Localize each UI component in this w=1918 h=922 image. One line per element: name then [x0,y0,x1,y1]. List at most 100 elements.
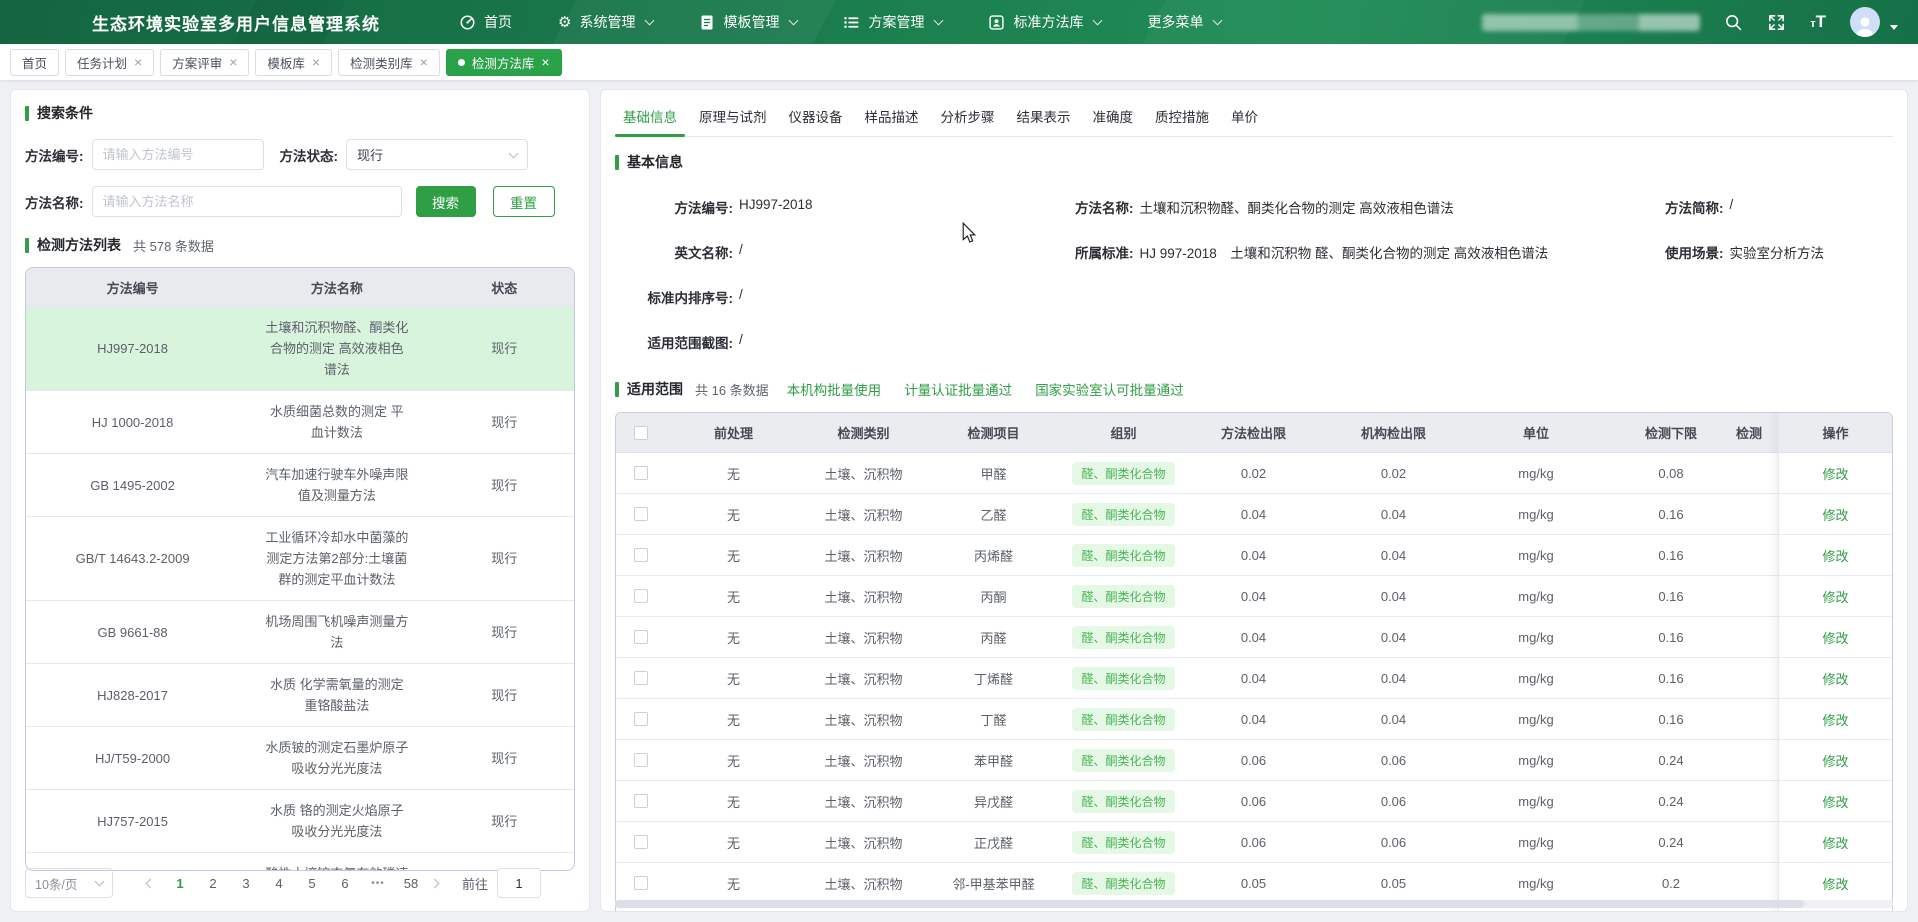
detail-tab[interactable]: 基础信息 [615,103,685,136]
page-number[interactable]: 3 [236,876,256,891]
page-number[interactable]: 58 [401,876,421,891]
table-row[interactable]: HJ828-2017 水质 化学需氧量的测定重铬酸盐法 现行 [26,663,574,726]
row-checkbox[interactable] [634,589,648,603]
row-checkbox-cell [616,753,666,767]
method-name-input[interactable] [92,186,402,217]
edit-link[interactable]: 修改 [1822,792,1848,811]
detail-tab[interactable]: 样品描述 [857,103,927,136]
scope-action-link[interactable]: 国家实验室认可批量通过 [1035,379,1184,399]
row-checkbox[interactable] [634,548,648,562]
menu-standard-library[interactable]: 标准方法库 [965,0,1124,44]
detail-tab[interactable]: 准确度 [1085,103,1142,136]
page-tab[interactable]: 任务计划 [65,49,154,76]
close-icon[interactable] [229,55,237,70]
menu-scheme[interactable]: 方案管理 [820,0,965,44]
row-checkbox[interactable] [634,712,648,726]
avatar[interactable] [1850,7,1880,37]
table-row[interactable]: 无 土壤、沉积物 甲醛 醛、酮类化合物 0.02 0.02 mg/kg 0.08 [616,453,1892,494]
page-number[interactable]: ••• [368,878,388,889]
scrollbar-thumb[interactable] [615,900,1804,908]
page-tab[interactable]: 检测类别库 [338,49,440,76]
menu-template[interactable]: 模板管理 [676,0,820,44]
edit-link[interactable]: 修改 [1822,546,1848,565]
close-icon[interactable] [312,55,320,70]
table-row[interactable]: 无 土壤、沉积物 丙烯醛 醛、酮类化合物 0.04 0.04 mg/kg 0.1… [616,535,1892,576]
table-row[interactable]: HJ757-2015 水质 铬的测定火焰原子吸收分光光度法 现行 [26,789,574,852]
row-checkbox[interactable] [634,753,648,767]
close-icon[interactable] [420,55,428,70]
row-checkbox[interactable] [634,466,648,480]
font-size-icon[interactable]: тT [1810,12,1826,32]
table-row[interactable]: 无 土壤、沉积物 邻-甲基苯甲醛 醛、酮类化合物 0.05 0.05 mg/kg… [616,863,1892,904]
menu-more[interactable]: 更多菜单 [1124,0,1244,44]
unit-cell: mg/kg [1466,712,1606,727]
prev-page-icon[interactable] [146,878,156,888]
search-icon[interactable] [1724,13,1743,32]
table-row[interactable]: 无 土壤、沉积物 丙酮 醛、酮类化合物 0.04 0.04 mg/kg 0.16 [616,576,1892,617]
detail-tab[interactable]: 单价 [1223,103,1266,136]
table-row[interactable]: 无 土壤、沉积物 正戊醛 醛、酮类化合物 0.06 0.06 mg/kg 0.2… [616,822,1892,863]
table-row[interactable]: 无 土壤、沉积物 苯甲醛 醛、酮类化合物 0.06 0.06 mg/kg 0.2… [616,740,1892,781]
table-row[interactable]: GB 1495-2002 汽车加速行驶车外噪声限值及测量方法 现行 [26,453,574,516]
detail-tab[interactable]: 仪器设备 [781,103,851,136]
edit-link[interactable]: 修改 [1822,833,1848,852]
chevron-down-icon[interactable] [1890,25,1898,30]
edit-link[interactable]: 修改 [1822,464,1848,483]
page-size-select[interactable]: 10条/页 [25,868,113,898]
menu-home[interactable]: 首页 [436,0,535,44]
horizontal-scrollbar[interactable] [615,900,1893,908]
row-checkbox[interactable] [634,794,648,808]
row-checkbox[interactable] [634,507,648,521]
edit-link[interactable]: 修改 [1822,587,1848,606]
detail-tab[interactable]: 分析步骤 [933,103,1003,136]
row-checkbox[interactable] [634,630,648,644]
scope-action-link[interactable]: 计量认证批量通过 [904,379,1012,399]
close-icon[interactable] [134,55,142,70]
method-status-select[interactable]: 现行 [346,139,528,170]
row-checkbox[interactable] [634,876,648,890]
close-icon[interactable] [541,55,549,70]
select-all-checkbox[interactable] [634,426,648,440]
detail-tab[interactable]: 原理与试剂 [691,103,775,136]
edit-link[interactable]: 修改 [1822,505,1848,524]
page-number[interactable]: 4 [269,876,289,891]
row-checkbox[interactable] [634,671,648,685]
page-number[interactable]: 2 [203,876,223,891]
next-page-icon[interactable] [430,878,440,888]
detail-tab[interactable]: 结果表示 [1009,103,1079,136]
edit-link[interactable]: 修改 [1822,751,1848,770]
table-row[interactable]: HJ997-2018 土壤和沉积物醛、酮类化合物的测定 高效液相色谱法 现行 [26,306,574,390]
edit-link[interactable]: 修改 [1822,628,1848,647]
table-row[interactable]: 无 土壤、沉积物 异戊醛 醛、酮类化合物 0.06 0.06 mg/kg 0.2… [616,781,1892,822]
edit-link[interactable]: 修改 [1822,874,1848,893]
table-row[interactable]: 无 土壤、沉积物 丁醛 醛、酮类化合物 0.04 0.04 mg/kg 0.16 [616,699,1892,740]
table-row[interactable]: 无 土壤、沉积物 乙醛 醛、酮类化合物 0.04 0.04 mg/kg 0.16 [616,494,1892,535]
edit-link[interactable]: 修改 [1822,710,1848,729]
reset-button[interactable]: 重置 [493,186,555,217]
page-tab[interactable]: 首页 [10,49,59,76]
menu-system[interactable]: ⚙ 系统管理 [535,0,676,44]
table-row[interactable]: 无 土壤、沉积物 丙醛 醛、酮类化合物 0.04 0.04 mg/kg 0.16 [616,617,1892,658]
table-row[interactable]: GB 9661-88 机场周围飞机噪声测量方法 现行 [26,600,574,663]
page-tab[interactable]: 方案评审 [160,49,249,76]
goto-label: 前往 [462,874,488,893]
table-row[interactable]: HJ/T59-2000 水质铍的测定石墨炉原子吸收分光光度法 现行 [26,726,574,789]
detail-tab[interactable]: 质控措施 [1147,103,1217,136]
goto-page-input[interactable] [497,868,541,898]
table-row[interactable]: HJ 1000-2018 水质细菌总数的测定 平血计数法 现行 [26,390,574,453]
page-tab[interactable]: 模板库 [255,49,332,76]
search-button[interactable]: 搜索 [416,186,476,217]
method-code-input[interactable] [92,139,264,170]
fullscreen-icon[interactable] [1767,13,1786,32]
page-number[interactable]: 5 [302,876,322,891]
table-row[interactable]: GB/T 14643.2-2009 工业循环冷却水中菌藻的测定方法第2部分:土壤… [26,516,574,600]
page-number[interactable]: 1 [170,876,190,891]
page-number[interactable]: 6 [335,876,355,891]
open-tabs-bar: 首页 任务计划 方案评审 模板库 检测类别库 检测方法库 [0,44,1918,80]
table-row[interactable]: 无 土壤、沉积物 丁烯醛 醛、酮类化合物 0.04 0.04 mg/kg 0.1… [616,658,1892,699]
column-header: 组别 [1061,423,1186,442]
page-tab[interactable]: 检测方法库 [446,49,562,76]
row-checkbox[interactable] [634,835,648,849]
scope-action-link[interactable]: 本机构批量使用 [787,379,882,399]
edit-link[interactable]: 修改 [1822,669,1848,688]
